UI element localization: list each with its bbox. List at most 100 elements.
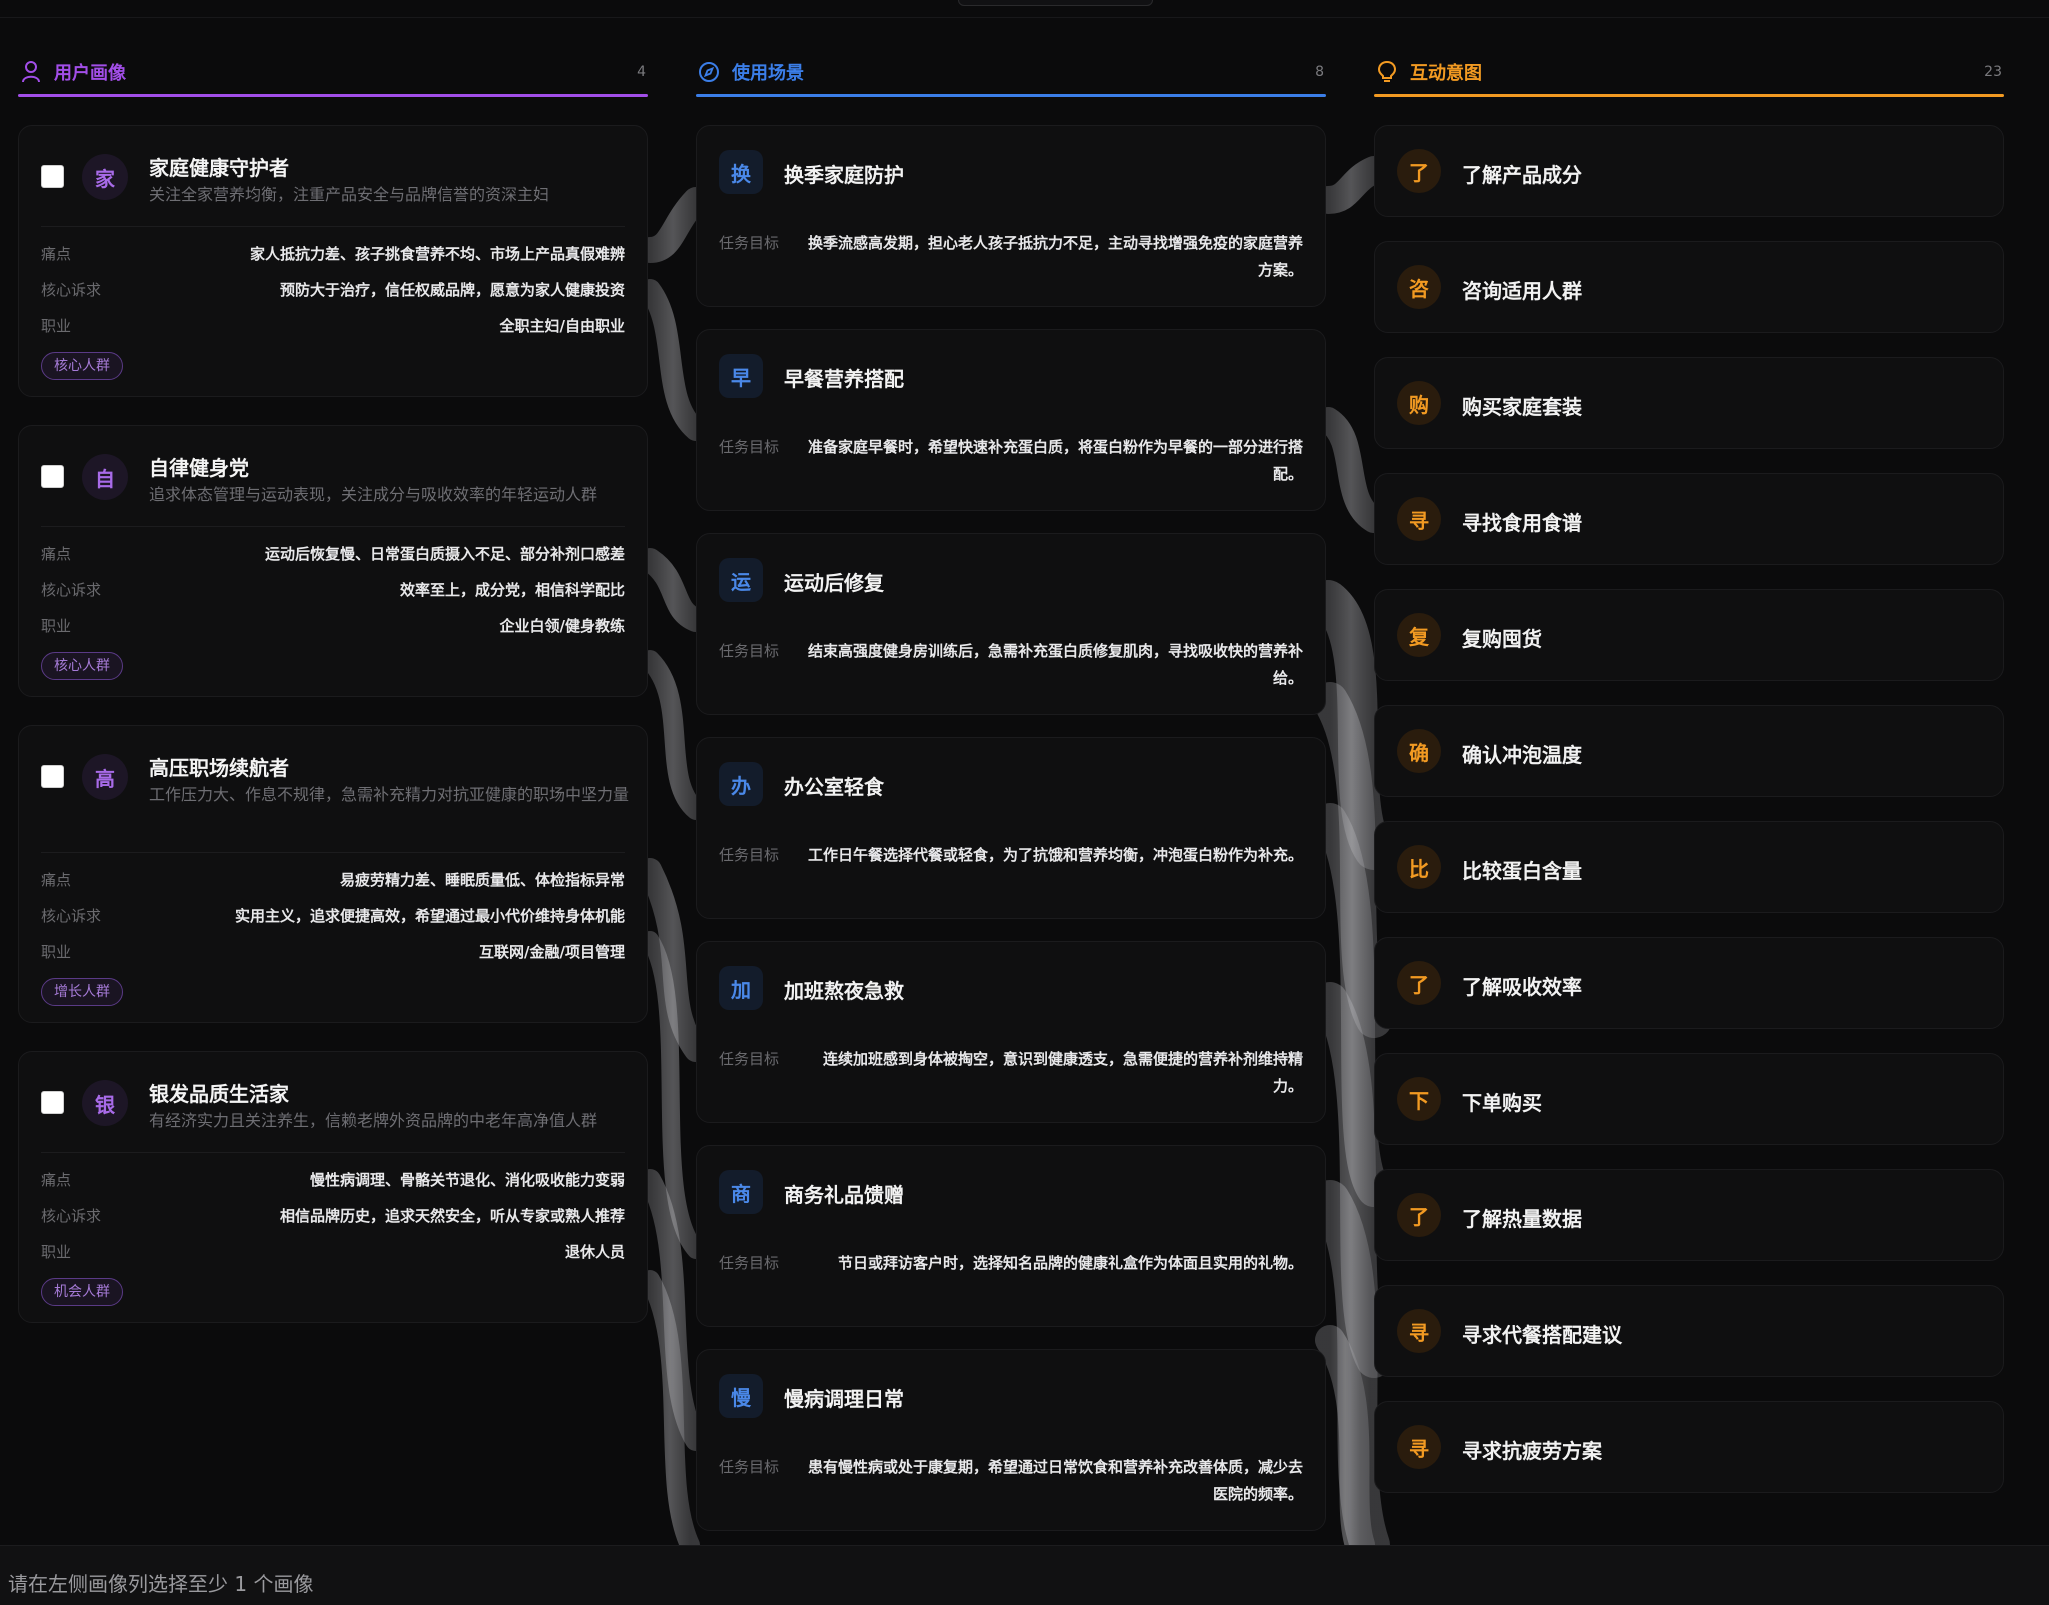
personas-header: 用户画像 4 <box>18 50 648 94</box>
compass-icon <box>698 61 720 83</box>
intent-card[interactable]: 咨咨询适用人群 <box>1374 241 2004 333</box>
footer-hint: 请在左侧画像列选择至少 1 个画像 <box>8 1572 314 1596</box>
divider <box>41 852 625 853</box>
intent-name: 比较蛋白含量 <box>1462 859 1582 883</box>
persona-card[interactable]: 银 银发品质生活家 有经济实力且关注养生，信赖老牌外资品牌的中老年高净值人群 痛… <box>18 1051 648 1323</box>
scene-card[interactable]: 运 运动后修复 任务目标 结束高强度健身房训练后，急需补充蛋白质修复肌肉，寻找吸… <box>696 533 1326 715</box>
row-label: 痛点 <box>41 245 72 263</box>
persona-card[interactable]: 自 自律健身党 追求体态管理与运动表现，关注成分与吸收效率的年轻运动人群 痛点 运… <box>18 425 648 697</box>
scene-goal-label: 任务目标 <box>719 642 780 660</box>
row-label: 职业 <box>41 317 72 335</box>
scene-name: 运动后修复 <box>784 571 884 595</box>
intent-card[interactable]: 复复购囤货 <box>1374 589 2004 681</box>
persona-description: 追求体态管理与运动表现，关注成分与吸收效率的年轻运动人群 <box>149 485 598 504</box>
intent-card[interactable]: 了了解热量数据 <box>1374 1169 2004 1261</box>
scene-card[interactable]: 加 加班熬夜急救 任务目标 连续加班感到身体被掏空，意识到健康透支，急需便捷的营… <box>696 941 1326 1123</box>
scene-goal: 换季流感高发期，担心老人孩子抵抗力不足，主动寻找增强免疫的家庭营养方案。 <box>807 234 1303 279</box>
row-label: 核心诉求 <box>41 1207 102 1225</box>
scene-card[interactable]: 商 商务礼品馈赠 任务目标 节日或拜访客户时，选择知名品牌的健康礼盒作为体面且实… <box>696 1145 1326 1327</box>
row-value: 实用主义，追求便捷高效，希望通过最小代价维持身体机能 <box>234 907 625 925</box>
scene-goal-label: 任务目标 <box>719 1254 780 1272</box>
row-value: 相信品牌历史，追求天然安全，听从专家或熟人推荐 <box>279 1207 625 1225</box>
scenes-count: 8 <box>1315 64 1324 80</box>
user-icon <box>20 61 42 83</box>
intent-name: 下单购买 <box>1462 1091 1542 1115</box>
persona-tag: 机会人群 <box>41 1278 123 1306</box>
intent-card[interactable]: 确确认冲泡温度 <box>1374 705 2004 797</box>
persona-checkbox[interactable] <box>41 1091 64 1114</box>
scene-icon: 早 <box>719 354 763 398</box>
intent-card[interactable]: 了了解产品成分 <box>1374 125 2004 217</box>
persona-pain-row: 痛点 慢性病调理、骨骼关节退化、消化吸收能力变弱 <box>41 1169 625 1191</box>
intent-name: 了解热量数据 <box>1462 1207 1582 1231</box>
intent-card[interactable]: 购购买家庭套装 <box>1374 357 2004 449</box>
row-label: 职业 <box>41 943 72 961</box>
row-label: 痛点 <box>41 871 72 889</box>
personas-column: 用户画像 4 家 家庭健康守护者 关注全家营养均衡，注重产品安全与品牌信誉的资深… <box>18 50 648 1323</box>
scene-goal-label: 任务目标 <box>719 438 780 456</box>
intents-underline <box>1374 94 2004 97</box>
persona-name: 银发品质生活家 <box>149 1082 289 1106</box>
scene-goal: 结束高强度健身房训练后，急需补充蛋白质修复肌肉，寻找吸收快的营养补给。 <box>807 642 1303 687</box>
scene-name: 商务礼品馈赠 <box>784 1183 904 1207</box>
scene-goal: 节日或拜访客户时，选择知名品牌的健康礼盒作为体面且实用的礼物。 <box>837 1254 1303 1272</box>
intent-icon: 了 <box>1397 1193 1441 1237</box>
persona-checkbox[interactable] <box>41 765 64 788</box>
row-value: 互联网/金融/项目管理 <box>479 943 625 961</box>
persona-tag: 核心人群 <box>41 652 123 680</box>
scene-card[interactable]: 换 换季家庭防护 任务目标 换季流感高发期，担心老人孩子抵抗力不足，主动寻找增强… <box>696 125 1326 307</box>
row-label: 职业 <box>41 1243 72 1261</box>
top-handle[interactable] <box>958 0 1153 6</box>
row-value: 全职主妇/自由职业 <box>499 317 625 335</box>
intent-icon: 购 <box>1397 381 1441 425</box>
intent-icon: 寻 <box>1397 497 1441 541</box>
divider <box>41 226 625 227</box>
intent-card[interactable]: 了了解吸收效率 <box>1374 937 2004 1029</box>
row-label: 核心诉求 <box>41 907 102 925</box>
persona-description: 有经济实力且关注养生，信赖老牌外资品牌的中老年高净值人群 <box>149 1111 598 1130</box>
persona-checkbox[interactable] <box>41 465 64 488</box>
persona-name: 自律健身党 <box>149 456 249 480</box>
intents-column: 互动意图 23 了了解产品成分 咨咨询适用人群 购购买家庭套装 寻寻找食用食谱 … <box>1374 50 2004 1493</box>
row-label: 痛点 <box>41 1171 72 1189</box>
persona-needs-row: 核心诉求 相信品牌历史，追求天然安全，听从专家或熟人推荐 <box>41 1205 625 1227</box>
intent-icon: 了 <box>1397 149 1441 193</box>
persona-needs-row: 核心诉求 实用主义，追求便捷高效，希望通过最小代价维持身体机能 <box>41 905 625 927</box>
persona-avatar: 银 <box>82 1080 128 1126</box>
row-label: 痛点 <box>41 545 72 563</box>
scene-goal-label: 任务目标 <box>719 1458 780 1476</box>
scene-card[interactable]: 办 办公室轻食 任务目标 工作日午餐选择代餐或轻食，为了抗饿和营养均衡，冲泡蛋白… <box>696 737 1326 919</box>
scene-goal: 工作日午餐选择代餐或轻食，为了抗饿和营养均衡，冲泡蛋白粉作为补充。 <box>807 846 1303 864</box>
persona-avatar: 家 <box>82 154 128 200</box>
intent-name: 确认冲泡温度 <box>1462 743 1582 767</box>
scene-goal: 准备家庭早餐时，希望快速补充蛋白质，将蛋白粉作为早餐的一部分进行搭配。 <box>807 438 1303 483</box>
persona-job-row: 职业 全职主妇/自由职业 <box>41 315 625 337</box>
persona-pain-row: 痛点 运动后恢复慢、日常蛋白质摄入不足、部分补剂口感差 <box>41 543 625 565</box>
top-bar <box>0 0 2049 18</box>
scenes-title: 使用场景 <box>732 63 804 84</box>
intent-card[interactable]: 寻寻求抗疲劳方案 <box>1374 1401 2004 1493</box>
scene-card[interactable]: 早 早餐营养搭配 任务目标 准备家庭早餐时，希望快速补充蛋白质，将蛋白粉作为早餐… <box>696 329 1326 511</box>
intent-card[interactable]: 寻寻求代餐搭配建议 <box>1374 1285 2004 1377</box>
scene-icon: 加 <box>719 966 763 1010</box>
intent-card[interactable]: 下下单购买 <box>1374 1053 2004 1145</box>
persona-tag: 核心人群 <box>41 352 123 380</box>
intent-card[interactable]: 寻寻找食用食谱 <box>1374 473 2004 565</box>
persona-job-row: 职业 互联网/金融/项目管理 <box>41 941 625 963</box>
persona-card[interactable]: 高 高压职场续航者 工作压力大、作息不规律，急需补充精力对抗亚健康的职场中坚力量… <box>18 725 648 1023</box>
intent-name: 寻求抗疲劳方案 <box>1462 1439 1602 1463</box>
scene-name: 换季家庭防护 <box>784 163 904 187</box>
row-value: 效率至上，成分党，相信科学配比 <box>399 581 625 599</box>
persona-needs-row: 核心诉求 效率至上，成分党，相信科学配比 <box>41 579 625 601</box>
scene-card[interactable]: 慢 慢病调理日常 任务目标 患有慢性病或处于康复期，希望通过日常饮食和营养补充改… <box>696 1349 1326 1531</box>
persona-checkbox[interactable] <box>41 165 64 188</box>
scene-name: 慢病调理日常 <box>784 1387 904 1411</box>
intent-icon: 确 <box>1397 729 1441 773</box>
persona-card[interactable]: 家 家庭健康守护者 关注全家营养均衡，注重产品安全与品牌信誉的资深主妇 痛点 家人… <box>18 125 648 397</box>
intent-icon: 寻 <box>1397 1425 1441 1469</box>
intent-card[interactable]: 比比较蛋白含量 <box>1374 821 2004 913</box>
personas-underline <box>18 94 648 97</box>
persona-name: 高压职场续航者 <box>149 756 289 780</box>
scene-goal-label: 任务目标 <box>719 234 780 252</box>
intent-icon: 咨 <box>1397 265 1441 309</box>
